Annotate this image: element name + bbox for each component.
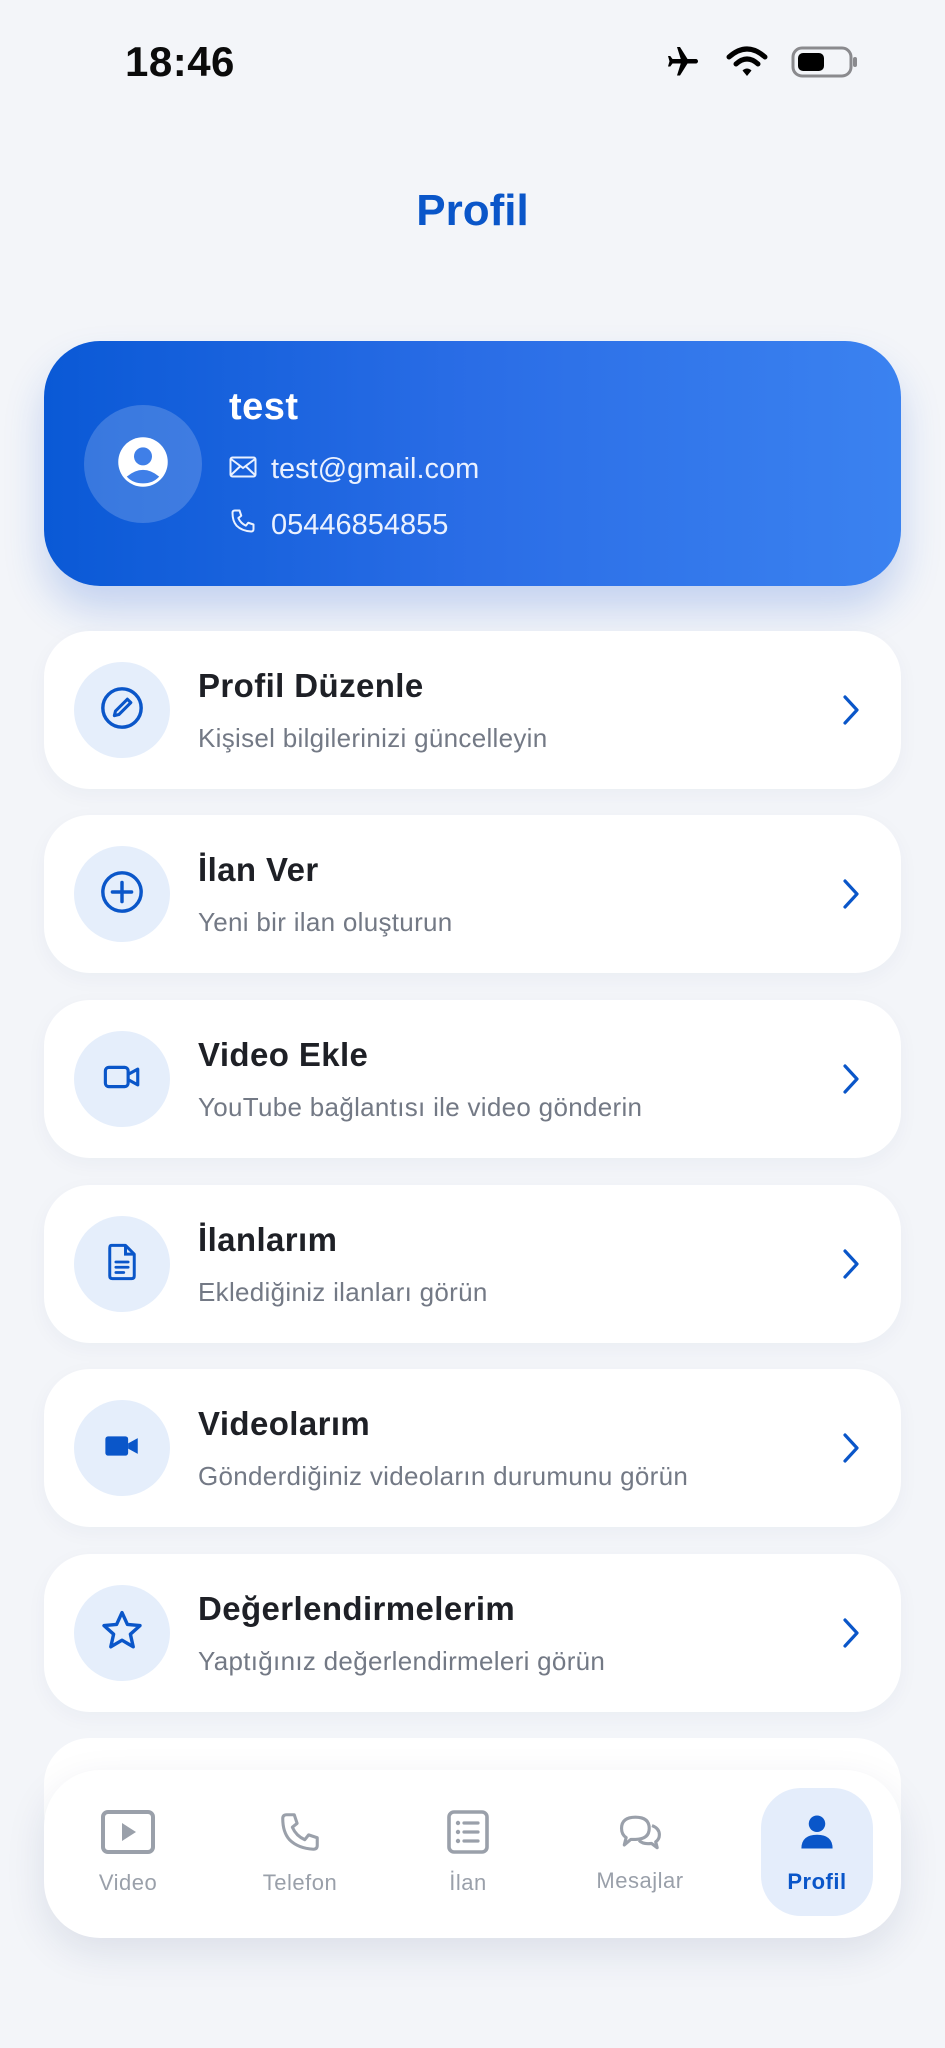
document-icon [101,1239,143,1290]
chat-icon [616,1811,664,1858]
menu-title: İlanlarım [198,1221,338,1258]
page-title: Profil [416,186,529,235]
menu-item-edit-profile[interactable]: Profil Düzenle Kişisel bilgilerinizi gün… [44,631,901,789]
profile-name: test [229,386,299,428]
menu-title: Değerlendirmelerim [198,1590,516,1627]
chevron-right-icon [841,877,861,916]
profile-phone-row: 05446854855 [229,507,448,543]
nav-tab-mesajlar[interactable]: Mesajlar [584,1788,696,1916]
chevron-right-icon [841,1616,861,1655]
menu-item-create-listing[interactable]: İlan Ver Yeni bir ilan oluşturun [44,815,901,973]
nav-tab-telefon[interactable]: Telefon [244,1788,356,1916]
menu-icon-wrap [74,1031,170,1127]
airplane-icon [663,44,703,80]
nav-label: Mesajlar [596,1867,684,1893]
profile-screen: 18:46 Profil test test@gmail.com 0544685… [0,0,945,2048]
menu-subtitle: YouTube bağlantısı ile video gönderin [198,1092,643,1122]
menu-icon-wrap [74,1585,170,1681]
menu-subtitle: Eklediğiniz ilanları görün [198,1277,488,1307]
phone-icon [229,507,257,543]
menu-item-add-video[interactable]: Video Ekle YouTube bağlantısı ile video … [44,1000,901,1158]
profile-card: test test@gmail.com 05446854855 [44,341,901,586]
edit-pencil-icon [99,685,145,736]
profile-email-row: test@gmail.com [229,453,479,486]
menu-item-my-reviews[interactable]: Değerlendirmelerim Yaptığınız değerlendi… [44,1554,901,1712]
nav-tab-ilan[interactable]: İlan [412,1788,524,1916]
user-circle-icon [116,435,170,494]
list-icon [446,1809,490,1860]
bottom-nav: Video Telefon İlan Mesajlar Profil [44,1770,901,1938]
person-icon [795,1810,839,1859]
menu-item-my-listings[interactable]: İlanlarım Eklediğiniz ilanları görün [44,1185,901,1343]
menu-icon-wrap [74,662,170,758]
mail-icon [229,453,257,486]
nav-label: Telefon [262,1869,338,1895]
menu-subtitle: Yeni bir ilan oluşturun [198,907,453,937]
menu-item-my-videos[interactable]: Videolarım Gönderdiğiniz videoların duru… [44,1369,901,1527]
status-icons [663,44,859,80]
nav-tab-profil[interactable]: Profil [761,1788,873,1916]
chevron-right-icon [841,1247,861,1286]
menu-subtitle: Kişisel bilgilerinizi güncelleyin [198,723,548,753]
menu-icon-wrap [74,1400,170,1496]
menu-icon-wrap [74,846,170,942]
nav-tab-video[interactable]: Video [72,1788,184,1916]
play-icon [100,1809,156,1860]
nav-label: Profil [787,1868,847,1894]
nav-label: Video [98,1869,158,1895]
chevron-right-icon [841,1431,861,1470]
plus-circle-icon [99,869,145,920]
avatar [84,405,202,523]
menu-title: Videolarım [198,1405,371,1442]
menu-subtitle: Yaptığınız değerlendirmeleri görün [198,1646,606,1676]
menu-title: İlan Ver [198,851,319,888]
phone-icon [277,1809,323,1860]
menu-icon-wrap [74,1216,170,1312]
profile-phone: 05446854855 [271,508,449,541]
chevron-right-icon [841,1062,861,1101]
video-camera-icon [101,1056,143,1103]
menu-title: Video Ekle [198,1036,369,1073]
status-time: 18:46 [125,38,235,85]
video-filled-icon [101,1425,143,1472]
menu-subtitle: Gönderdiğiniz videoların durumunu görün [198,1461,689,1491]
chevron-right-icon [841,693,861,732]
battery-icon [791,45,859,79]
profile-email: test@gmail.com [271,453,480,485]
star-icon [98,1607,146,1660]
wifi-icon [725,45,769,79]
menu-title: Profil Düzenle [198,667,424,704]
nav-label: İlan [449,1869,487,1895]
